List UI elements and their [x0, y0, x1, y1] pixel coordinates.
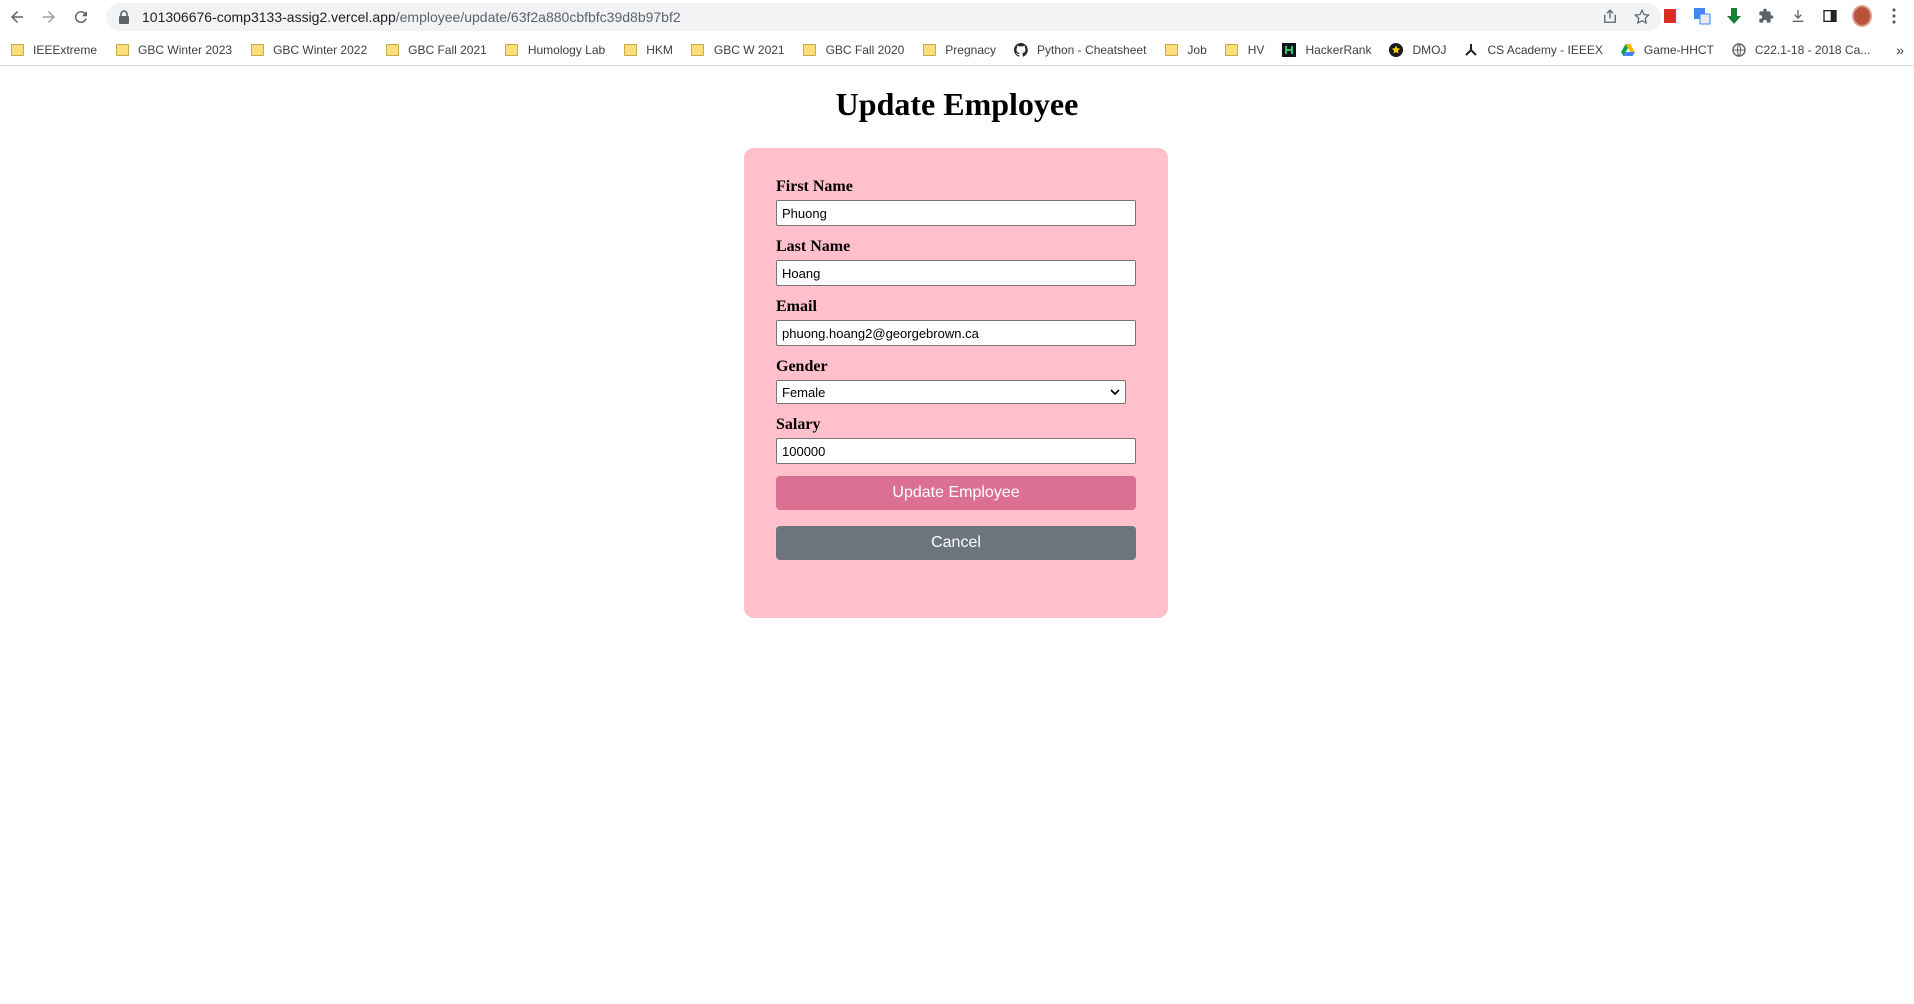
forward-button[interactable]: [34, 2, 64, 32]
back-button[interactable]: [2, 2, 32, 32]
email-input[interactable]: [776, 320, 1136, 346]
back-arrow-icon: [11, 11, 23, 23]
url-host: 101306676-comp3133-assig2.vercel.app: [142, 9, 396, 25]
lock-icon: [119, 10, 129, 24]
bookmark-item[interactable]: GBC Winter 2022: [250, 43, 367, 57]
first-name-field-group: First Name: [776, 178, 1136, 226]
email-label: Email: [776, 298, 817, 315]
bookmark-item[interactable]: Humology Lab: [505, 43, 605, 57]
bookmark-item[interactable]: GBC Fall 2020: [803, 43, 904, 57]
chevron-down-icon: [1110, 389, 1120, 396]
gender-field-group: Gender Female: [776, 358, 1136, 404]
salary-label: Salary: [776, 416, 821, 433]
folder-icon: [803, 43, 817, 57]
red-bookmark-extension-icon[interactable]: [1660, 6, 1680, 26]
bookmark-item[interactable]: C22.1-18 - 2018 Ca...: [1732, 43, 1870, 57]
gender-select[interactable]: Female: [776, 380, 1126, 404]
bookmark-item[interactable]: Pregnacy: [922, 43, 996, 57]
downloads-icon[interactable]: [1788, 6, 1808, 26]
bookmark-item[interactable]: Job: [1164, 43, 1207, 57]
last-name-field-group: Last Name: [776, 238, 1136, 286]
bookmark-item[interactable]: HackerRank: [1282, 42, 1371, 57]
reload-icon: [74, 11, 87, 24]
hackerrank-icon: [1282, 42, 1297, 57]
bookmark-item[interactable]: CS Academy - IEEEX: [1464, 43, 1603, 57]
browser-toolbar: 101306676-comp3133-assig2.vercel.app/emp…: [0, 0, 1914, 34]
extensions-area: [1660, 5, 1904, 27]
last-name-label: Last Name: [776, 238, 851, 255]
share-icon[interactable]: [1601, 8, 1619, 26]
url-path: /employee/update/63f2a880cbfbfc39d8b97bf…: [395, 9, 681, 25]
globe-icon: [1732, 42, 1746, 57]
salary-field-group: Salary: [776, 416, 1136, 464]
update-employee-button[interactable]: Update Employee: [776, 476, 1136, 510]
forward-arrow-icon: [43, 11, 55, 23]
folder-icon: [1164, 43, 1178, 57]
bookmark-item[interactable]: GBC W 2021: [691, 43, 785, 57]
cancel-button[interactable]: Cancel: [776, 526, 1136, 560]
address-bar[interactable]: 101306676-comp3133-assig2.vercel.app/emp…: [106, 3, 1661, 31]
folder-icon: [10, 43, 24, 57]
bookmark-item[interactable]: GBC Winter 2023: [115, 43, 232, 57]
puzzle-extensions-icon[interactable]: [1756, 6, 1776, 26]
download-arrow-extension-icon[interactable]: [1724, 6, 1744, 26]
bookmark-item[interactable]: Game-HHCT: [1620, 43, 1714, 57]
page-title: Update Employee: [835, 86, 1079, 122]
email-field-group: Email: [776, 298, 1136, 346]
bookmark-item[interactable]: HKM: [623, 43, 673, 57]
folder-icon: [691, 43, 705, 57]
folder-icon: [623, 43, 637, 57]
folder-icon: [385, 43, 399, 57]
folder-icon: [115, 43, 129, 57]
translate-extension-icon[interactable]: [1692, 6, 1712, 26]
dmoj-icon: [1389, 42, 1404, 57]
profile-avatar[interactable]: [1852, 5, 1872, 27]
folder-icon: [505, 43, 519, 57]
bookmark-item[interactable]: GBC Fall 2021: [385, 43, 487, 57]
menu-kebab-icon[interactable]: [1884, 6, 1904, 26]
csacademy-icon: [1464, 43, 1478, 57]
github-icon: [1014, 42, 1028, 57]
salary-input[interactable]: [776, 438, 1136, 464]
folder-icon: [1225, 43, 1239, 57]
update-employee-form: First Name Last Name Email Gender Female…: [744, 148, 1168, 618]
first-name-input[interactable]: [776, 200, 1136, 226]
side-panel-icon[interactable]: [1820, 6, 1840, 26]
folder-icon: [250, 43, 264, 57]
google-drive-icon: [1620, 43, 1635, 57]
star-icon[interactable]: [1633, 8, 1651, 26]
first-name-label: First Name: [776, 178, 853, 195]
bookmark-item[interactable]: HV: [1225, 43, 1264, 57]
bookmarks-bar: IEEExtreme GBC Winter 2023 GBC Winter 20…: [0, 34, 1914, 66]
gender-selected-value: Female: [782, 384, 826, 400]
gender-label: Gender: [776, 358, 828, 375]
last-name-input[interactable]: [776, 260, 1136, 286]
bookmark-item[interactable]: Python - Cheatsheet: [1014, 42, 1146, 57]
bookmark-item[interactable]: IEEExtreme: [10, 43, 97, 57]
bookmark-item[interactable]: DMOJ: [1389, 42, 1446, 57]
bookmarks-overflow-button[interactable]: »: [1896, 42, 1904, 58]
reload-button[interactable]: [66, 2, 96, 32]
folder-icon: [922, 43, 936, 57]
